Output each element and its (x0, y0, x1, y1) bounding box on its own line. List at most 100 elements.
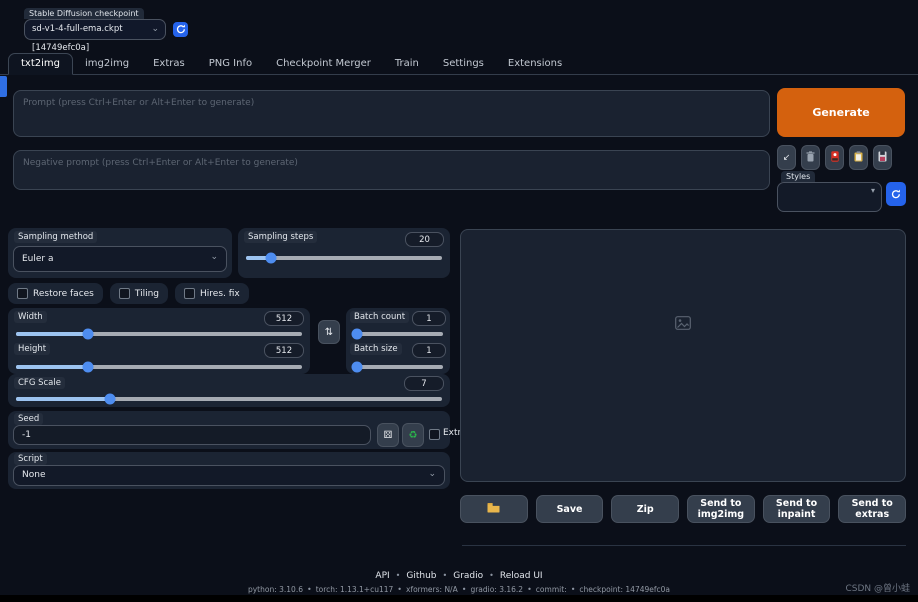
caret-down-icon: ▾ (871, 186, 875, 195)
send-to-extras-button[interactable]: Send to extras (838, 495, 906, 523)
batch-size-label: Batch size (350, 343, 402, 355)
footer-checkpoint-hash: checkpoint: 14749efc0a (579, 585, 670, 594)
negative-prompt-input[interactable] (13, 150, 770, 190)
height-slider[interactable] (16, 365, 302, 369)
footer-link[interactable]: Gradio (453, 571, 483, 581)
tab-train[interactable]: Train (383, 54, 431, 74)
restore-faces-checkbox[interactable] (17, 288, 28, 299)
batch-panel: Batch count Batch size (346, 308, 450, 374)
cfg-scale-number[interactable] (404, 376, 444, 391)
batch-count-number[interactable] (412, 311, 446, 326)
seed-input[interactable] (13, 425, 371, 445)
tab-checkpoint-merger[interactable]: Checkpoint Merger (264, 54, 383, 74)
bottom-bar (0, 595, 918, 602)
styles-label: Styles (781, 171, 815, 182)
output-gallery[interactable] (460, 229, 906, 482)
zip-button[interactable]: Zip (611, 495, 679, 523)
extra-networks-button[interactable] (825, 145, 844, 170)
height-number[interactable] (264, 343, 304, 358)
batch-size-number[interactable] (412, 343, 446, 358)
hires-fix-toggle[interactable]: Hires. fix (175, 283, 249, 304)
quick-actions-row: ↙ (777, 145, 892, 170)
footer: API • Github • Gradio • Reload UI python: 3.10… (0, 571, 918, 594)
restore-faces-label: Restore faces (33, 289, 94, 299)
random-seed-button[interactable]: ⚄ (377, 423, 399, 447)
bullet-separator: • (571, 585, 576, 594)
sampling-steps-number[interactable] (405, 232, 444, 247)
sampling-method-dropdown[interactable]: Euler a ⌄ (13, 246, 227, 272)
trash-icon (806, 151, 815, 165)
open-folder-button[interactable] (460, 495, 528, 523)
height-label: Height (14, 343, 50, 355)
footer-link[interactable]: Reload UI (500, 571, 543, 581)
styles-refresh-button[interactable] (886, 182, 906, 206)
seed-extra-checkbox[interactable] (429, 429, 440, 440)
styles-dropdown[interactable]: ▾ (777, 182, 882, 212)
batch-count-slider[interactable] (353, 332, 443, 336)
bullet-separator: • (489, 571, 494, 580)
reuse-seed-button[interactable]: ♻ (402, 423, 424, 447)
script-value: None (22, 470, 45, 480)
width-number[interactable] (264, 311, 304, 326)
sampling-steps-panel: Sampling steps (238, 228, 450, 278)
toggle-row: Restore faces Tiling Hires. fix (8, 283, 249, 304)
script-dropdown[interactable]: None ⌄ (13, 465, 445, 486)
chevron-down-icon: ⌄ (151, 20, 159, 39)
tab-settings[interactable]: Settings (431, 54, 496, 74)
read-generation-params-button[interactable]: ↙ (777, 145, 796, 170)
script-panel: Script None ⌄ (8, 452, 450, 489)
footer-link[interactable]: Github (406, 571, 436, 581)
cfg-scale-slider[interactable] (16, 397, 442, 401)
hires-fix-checkbox[interactable] (184, 288, 195, 299)
bullet-separator: • (397, 585, 402, 594)
swap-arrows-icon: ⇅ (325, 327, 333, 338)
sampling-method-label: Sampling method (14, 231, 97, 243)
prompt-input[interactable] (13, 90, 770, 137)
checkpoint-dropdown[interactable]: sd-v1-4-full-ema.ckpt [14749efc0a] ⌄ (24, 19, 166, 40)
sampling-steps-label: Sampling steps (244, 231, 317, 243)
checkpoint-label: Stable Diffusion checkpoint (24, 8, 144, 19)
width-slider[interactable] (16, 332, 302, 336)
bullet-separator: • (462, 585, 467, 594)
clear-prompt-button[interactable] (801, 145, 820, 170)
send-to-img2img-button[interactable]: Send to img2img (687, 495, 755, 523)
tab-extensions[interactable]: Extensions (496, 54, 574, 74)
script-label: Script (14, 453, 47, 465)
sampling-method-panel: Sampling method Euler a ⌄ (8, 228, 232, 278)
csdn-watermark: CSDN @曾小蛙 (845, 581, 910, 594)
footer-link[interactable]: API (375, 571, 389, 581)
refresh-icon (891, 187, 901, 202)
clipboard-icon (854, 151, 863, 165)
checkpoint-refresh-button[interactable] (173, 22, 188, 37)
arrow-down-left-icon: ↙ (783, 153, 791, 163)
bullet-separator: • (396, 571, 401, 580)
output-divider (462, 545, 906, 546)
batch-size-slider[interactable] (353, 365, 443, 369)
tab-txt2img[interactable]: txt2img (8, 53, 73, 75)
apply-styles-button[interactable] (849, 145, 868, 170)
send-to-inpaint-button[interactable]: Send to inpaint (763, 495, 831, 523)
image-placeholder-icon (675, 315, 691, 334)
tiling-label: Tiling (135, 289, 159, 299)
generate-button[interactable]: Generate (777, 88, 905, 137)
recycle-icon: ♻ (409, 430, 418, 441)
swap-dimensions-button[interactable]: ⇅ (318, 320, 340, 344)
tab-png-info[interactable]: PNG Info (197, 54, 264, 74)
hires-fix-label: Hires. fix (200, 289, 240, 299)
bullet-separator: • (307, 585, 312, 594)
checkpoint-value: sd-v1-4-full-ema.ckpt [14749efc0a] (32, 24, 123, 53)
footer-python-version: python: 3.10.6 (248, 585, 303, 594)
card-icon (831, 151, 839, 165)
footer-xformers-version: xformers: N/A (406, 585, 458, 594)
tab-extras[interactable]: Extras (141, 54, 197, 74)
footer-gradio-version: gradio: 3.16.2 (470, 585, 523, 594)
tiling-toggle[interactable]: Tiling (110, 283, 168, 304)
cfg-scale-label: CFG Scale (14, 377, 65, 389)
stable-diffusion-webui: Stable Diffusion checkpoint sd-v1-4-full… (0, 0, 918, 602)
restore-faces-toggle[interactable]: Restore faces (8, 283, 103, 304)
save-style-button[interactable] (873, 145, 892, 170)
tab-img2img[interactable]: img2img (73, 54, 141, 74)
sampling-steps-slider[interactable] (246, 256, 442, 260)
save-button[interactable]: Save (536, 495, 604, 523)
tiling-checkbox[interactable] (119, 288, 130, 299)
